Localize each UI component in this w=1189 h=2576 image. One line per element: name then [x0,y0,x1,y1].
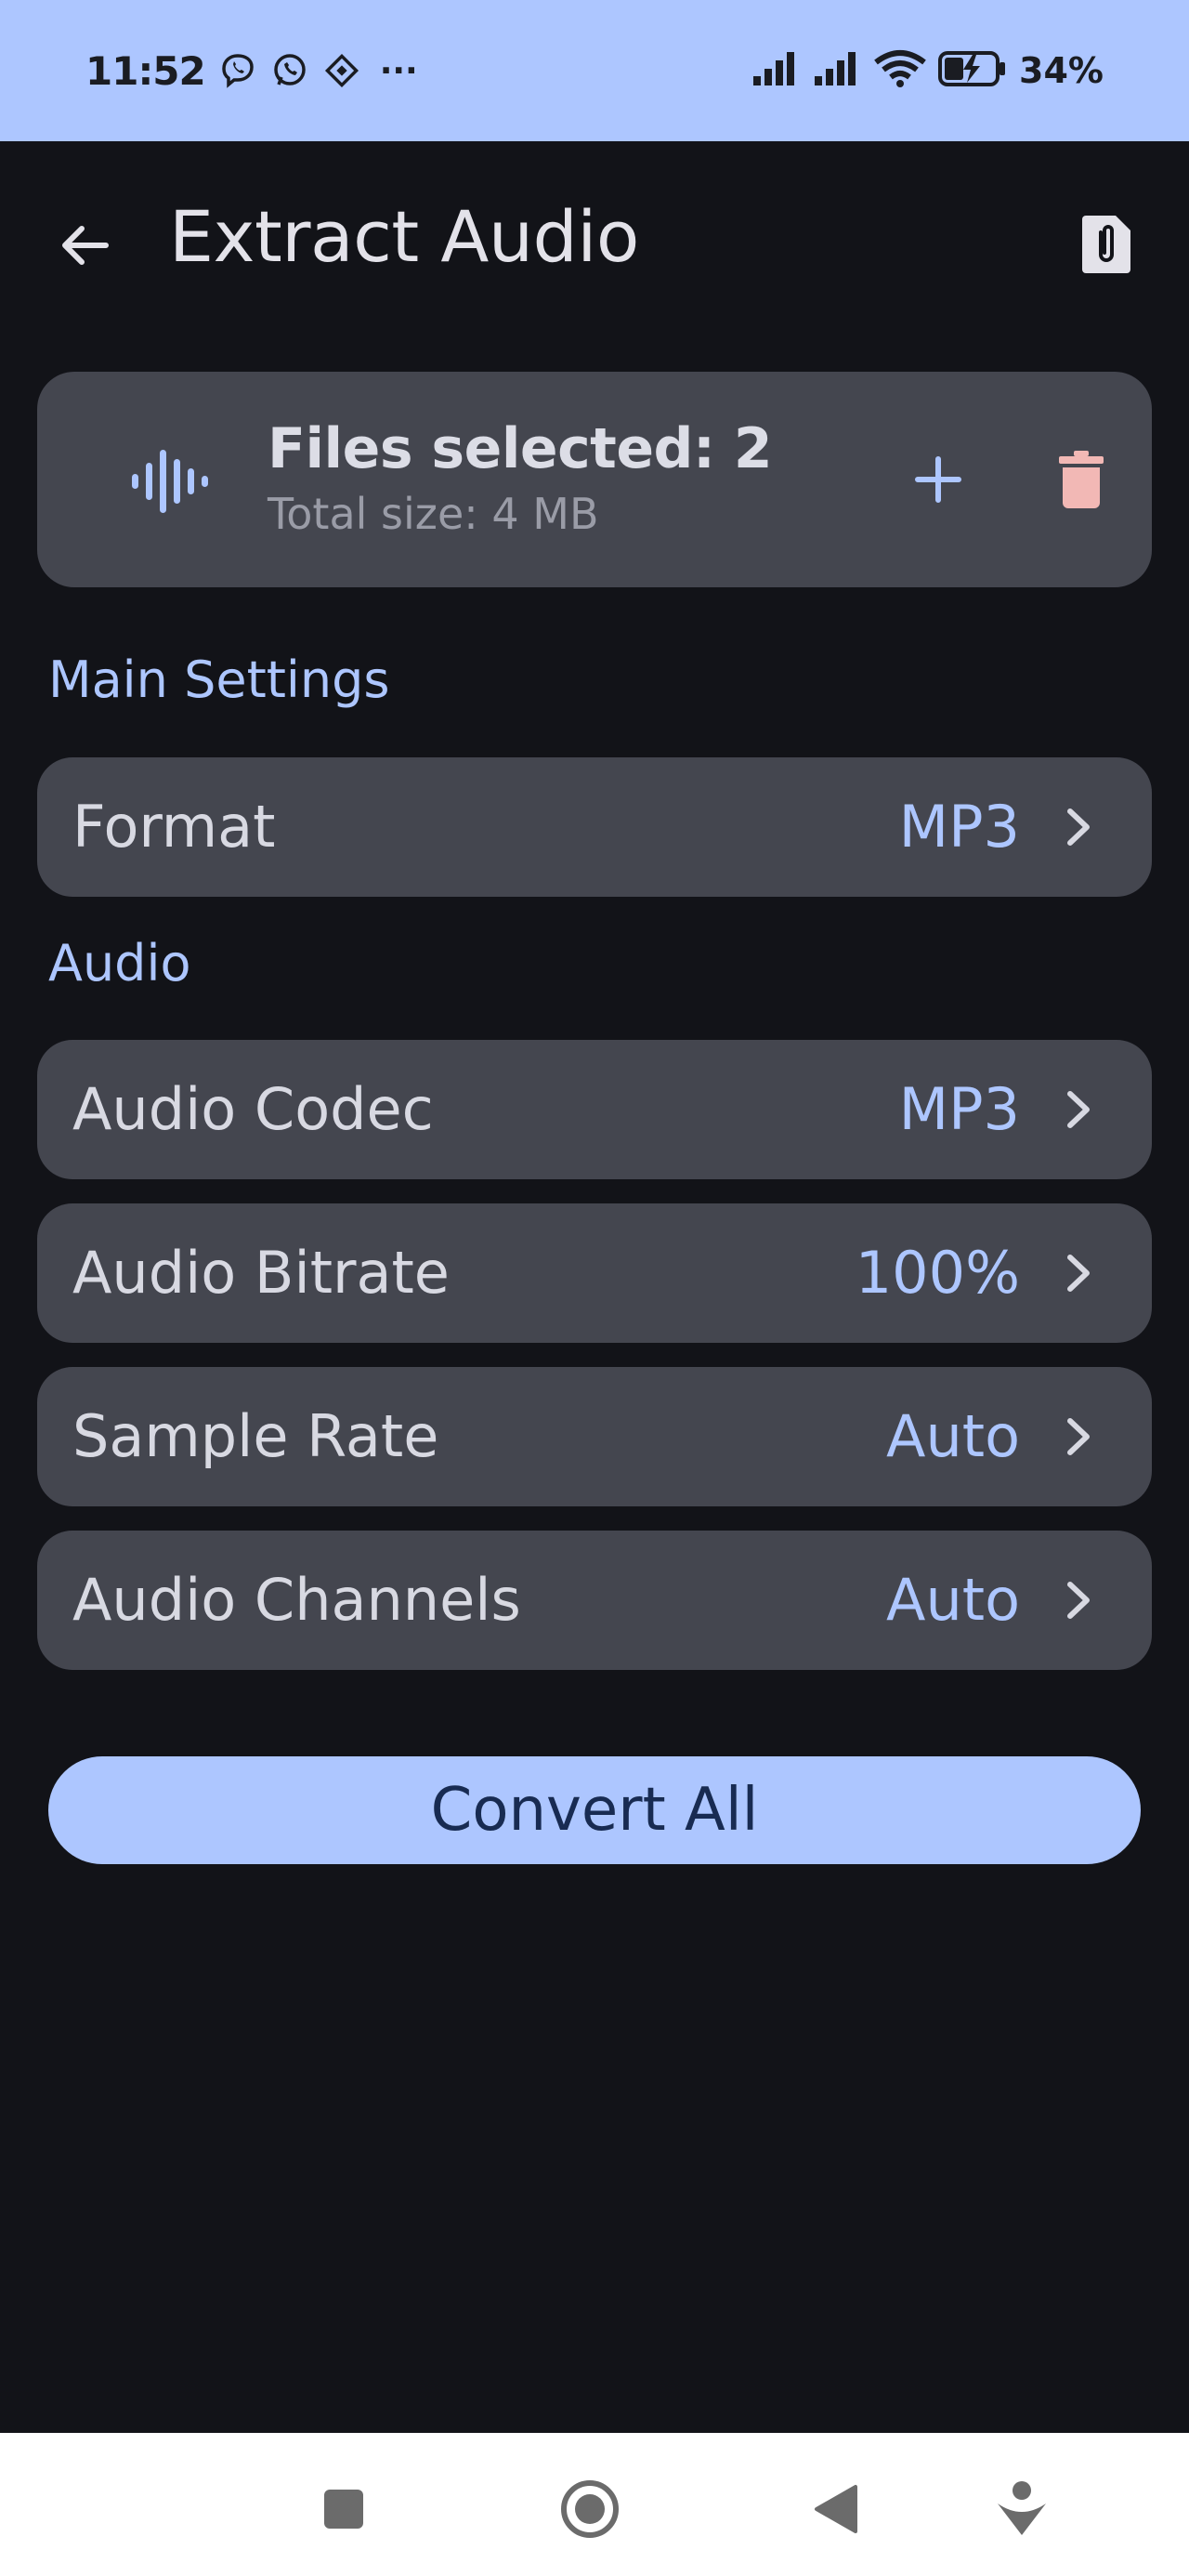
signal-icon-2 [813,50,863,91]
files-selected-count: Files selected: 2 [268,416,773,481]
viber-icon [218,51,257,90]
extract-audio-screen: 11:52 ··· 34% Extract Audio Files select… [0,0,1189,2576]
main-settings-heading: Main Settings [48,651,390,709]
files-info: Files selected: 2 Total size: 4 MB [268,416,773,539]
waveform-icon [132,450,208,513]
chevron-right-icon [1053,1246,1104,1300]
diamond-app-icon [322,51,361,90]
home-button[interactable] [553,2472,627,2546]
file-attachment-icon [1082,216,1130,273]
back-button[interactable] [45,204,126,286]
add-file-button[interactable] [892,433,985,526]
audio-codec-setting-row[interactable]: Audio Codec MP3 [37,1040,1152,1179]
delete-files-button[interactable] [1035,433,1128,526]
trash-icon [1059,451,1104,508]
files-selected-card: Files selected: 2 Total size: 4 MB [37,372,1152,587]
convert-all-button[interactable]: Convert All [48,1756,1141,1864]
audio-bitrate-setting-row[interactable]: Audio Bitrate 100% [37,1203,1152,1343]
back-triangle-icon [815,2485,857,2533]
setting-value: MP3 [898,1075,1020,1143]
files-total-size: Total size: 4 MB [268,489,599,539]
home-circle-icon [561,2480,619,2538]
file-attachment-button[interactable] [1065,203,1148,286]
status-time: 11:52 [85,47,206,94]
assistant-button[interactable] [985,2472,1059,2546]
back-nav-button[interactable] [799,2472,873,2546]
whatsapp-icon [270,51,309,90]
audio-heading: Audio [48,934,191,992]
sample-rate-setting-row[interactable]: Sample Rate Auto [37,1367,1152,1506]
chevron-right-icon [1053,1410,1104,1464]
wifi-icon [874,49,926,92]
chevron-right-icon [1053,1573,1104,1627]
top-app-bar: Extract Audio [0,141,1189,336]
audio-channels-setting-row[interactable]: Audio Channels Auto [37,1531,1152,1670]
assistant-icon [998,2481,1046,2535]
recents-square-icon [324,2490,363,2529]
setting-value: MP3 [898,793,1020,861]
status-bar: 11:52 ··· 34% [0,0,1189,141]
setting-label: Audio Channels [72,1566,521,1634]
battery-percent: 34% [1019,50,1104,91]
signal-icon [751,50,802,91]
chevron-right-icon [1053,1083,1104,1137]
chevron-right-icon [1053,800,1104,854]
setting-label: Audio Bitrate [72,1239,450,1307]
setting-label: Format [72,793,276,861]
recents-button[interactable] [307,2472,381,2546]
status-right: 34% [751,49,1104,92]
setting-value: Auto [886,1566,1020,1634]
more-notifications-indicator: ··· [379,51,418,90]
setting-value: Auto [886,1402,1020,1470]
setting-label: Sample Rate [72,1402,439,1470]
system-navigation-bar [0,2433,1189,2576]
setting-label: Audio Codec [72,1075,434,1143]
format-setting-row[interactable]: Format MP3 [37,757,1152,897]
battery-charging-icon [937,49,1008,92]
status-left: 11:52 ··· [85,48,418,94]
arrow-back-icon [62,226,109,265]
plus-icon [915,456,961,503]
page-title: Extract Audio [169,195,639,278]
setting-value: 100% [855,1239,1020,1307]
